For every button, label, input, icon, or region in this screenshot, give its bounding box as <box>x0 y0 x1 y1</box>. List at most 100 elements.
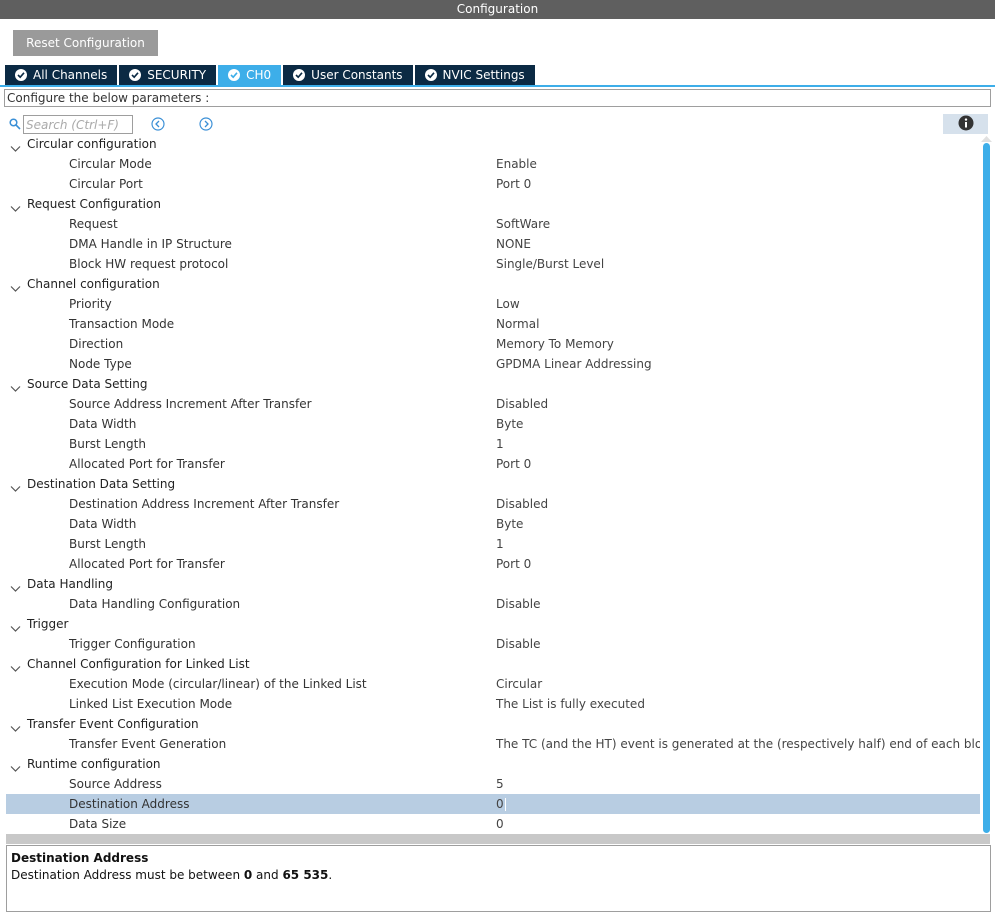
check-circle-icon <box>228 69 241 81</box>
parameter-label: Request <box>69 217 118 231</box>
check-circle-icon <box>424 69 437 81</box>
parameter-value[interactable]: Byte <box>496 514 523 534</box>
parameter-label: DMA Handle in IP Structure <box>69 237 232 251</box>
parameter-value[interactable]: 5 <box>496 774 504 794</box>
parameter-value[interactable]: 0 <box>496 814 504 834</box>
scroll-up-icon[interactable] <box>981 136 992 142</box>
vertical-scrollbar[interactable] <box>983 143 990 833</box>
parameter-value[interactable]: The List is fully executed <box>496 694 645 714</box>
tree-row[interactable]: Burst Length 1 <box>0 534 980 554</box>
tree-row[interactable]: Circular Mode Enable <box>0 154 980 174</box>
parameter-value[interactable]: Disable <box>496 594 541 614</box>
tree-row[interactable]: DMA Handle in IP Structure NONE <box>0 234 980 254</box>
tree-row[interactable]: Data Size 0 <box>0 814 980 834</box>
tree-group[interactable]: Request Configuration <box>0 194 980 214</box>
tab-label: All Channels <box>33 68 108 82</box>
tree-row[interactable]: Node Type GPDMA Linear Addressing <box>0 354 980 374</box>
tree-row[interactable]: Source Address Increment After Transfer D… <box>0 394 980 414</box>
parameter-label: Allocated Port for Transfer <box>69 457 225 471</box>
parameter-value[interactable]: Memory To Memory <box>496 334 614 354</box>
tree-row[interactable]: Circular Port Port 0 <box>0 174 980 194</box>
tree-group[interactable]: Channel Configuration for Linked List <box>0 654 980 674</box>
parameter-label: Direction <box>69 337 124 351</box>
tree-group[interactable]: Data Handling <box>0 574 980 594</box>
reset-configuration-button[interactable]: Reset Configuration <box>13 30 158 56</box>
parameter-value[interactable]: Byte <box>496 414 523 434</box>
tab-ch0[interactable]: CH0 <box>218 65 282 85</box>
parameter-value[interactable]: Enable <box>496 154 537 174</box>
tree-group[interactable]: Circular configuration <box>0 134 980 154</box>
tab-label: User Constants <box>311 68 403 82</box>
tab-user-constants[interactable]: User Constants <box>283 65 413 85</box>
tree-group[interactable]: Source Data Setting <box>0 374 980 394</box>
description-suffix: . <box>328 868 333 882</box>
tree-row[interactable]: Request SoftWare <box>0 214 980 234</box>
panel-splitter[interactable] <box>6 834 990 844</box>
tree-row-selected[interactable]: Destination Address 0 <box>6 794 980 814</box>
parameter-value[interactable]: 0 <box>496 794 506 814</box>
parameter-label: Allocated Port for Transfer <box>69 557 225 571</box>
parameter-value[interactable]: Disable <box>496 634 541 654</box>
parameters-header: Configure the below parameters : <box>4 89 991 107</box>
tree-row[interactable]: Data Handling Configuration Disable <box>0 594 980 614</box>
tree-group-label: Data Handling <box>27 577 113 591</box>
tree-group[interactable]: Destination Data Setting <box>0 474 980 494</box>
parameter-label: Data Handling Configuration <box>69 597 241 611</box>
parameter-value[interactable]: Normal <box>496 314 539 334</box>
parameter-label: Execution Mode (circular/linear) of the … <box>69 677 367 691</box>
parameter-value[interactable]: 1 <box>496 434 504 454</box>
previous-result-icon[interactable] <box>151 117 165 134</box>
tree-row[interactable]: Data Width Byte <box>0 514 980 534</box>
tree-row[interactable]: Linked List Execution Mode The List is fu… <box>0 694 980 714</box>
tree-row[interactable]: Allocated Port for Transfer Port 0 <box>0 454 980 474</box>
tab-nvic-settings[interactable]: NVIC Settings <box>414 65 535 85</box>
parameter-label: Source Address <box>69 777 162 791</box>
tree-row[interactable]: Data Width Byte <box>0 414 980 434</box>
tab-all-channels[interactable]: All Channels <box>5 65 118 85</box>
parameter-value[interactable]: The TC (and the HT) event is generated a… <box>496 734 980 754</box>
parameter-value[interactable]: Port 0 <box>496 454 531 474</box>
parameter-value[interactable]: Port 0 <box>496 554 531 574</box>
description-max: 65 535 <box>282 868 329 882</box>
tree-group[interactable]: Trigger <box>0 614 980 634</box>
check-circle-icon <box>15 69 27 81</box>
parameter-label: Priority <box>69 297 112 311</box>
tree-group-label: Circular configuration <box>27 137 157 151</box>
search-input[interactable] <box>23 115 133 134</box>
tree-row[interactable]: Block HW request protocol Single/Burst Le… <box>0 254 980 274</box>
parameter-label: Block HW request protocol <box>69 257 229 271</box>
tree-group[interactable]: Runtime configuration <box>0 754 980 774</box>
next-result-icon[interactable] <box>199 117 213 134</box>
parameter-value[interactable]: Port 0 <box>496 174 531 194</box>
tree-row[interactable]: Priority Low <box>0 294 980 314</box>
window-title: Configuration <box>0 0 995 19</box>
parameter-label: Burst Length <box>69 437 146 451</box>
tree-group[interactable]: Channel configuration <box>0 274 980 294</box>
parameter-value[interactable]: Disabled <box>496 494 548 514</box>
parameter-value[interactable]: SoftWare <box>496 214 550 234</box>
tree-row[interactable]: Direction Memory To Memory <box>0 334 980 354</box>
parameter-value[interactable]: Circular <box>496 674 542 694</box>
parameter-label: Data Width <box>69 517 137 531</box>
check-circle-icon <box>129 69 142 81</box>
parameter-label: Node Type <box>69 357 132 371</box>
tab-security[interactable]: SECURITY <box>119 65 217 85</box>
info-button[interactable] <box>943 114 988 134</box>
tree-row[interactable]: Transaction Mode Normal <box>0 314 980 334</box>
parameter-value[interactable]: Low <box>496 294 520 314</box>
tree-row[interactable]: Allocated Port for Transfer Port 0 <box>0 554 980 574</box>
parameter-value[interactable]: GPDMA Linear Addressing <box>496 354 652 374</box>
tree-row[interactable]: Trigger Configuration Disable <box>0 634 980 654</box>
parameter-value[interactable]: 1 <box>496 534 504 554</box>
parameter-value[interactable]: NONE <box>496 234 531 254</box>
tree-group[interactable]: Transfer Event Configuration <box>0 714 980 734</box>
description-prefix: Destination Address must be between <box>11 868 244 882</box>
parameter-value[interactable]: Disabled <box>496 394 548 414</box>
search-icon <box>9 118 21 133</box>
tree-row[interactable]: Execution Mode (circular/linear) of the … <box>0 674 980 694</box>
parameter-value[interactable]: Single/Burst Level <box>496 254 604 274</box>
tree-row[interactable]: Source Address 5 <box>0 774 980 794</box>
tree-row[interactable]: Burst Length 1 <box>0 434 980 454</box>
tree-row[interactable]: Transfer Event Generation The TC (and the… <box>0 734 980 754</box>
tree-row[interactable]: Destination Address Increment After Tran… <box>0 494 980 514</box>
